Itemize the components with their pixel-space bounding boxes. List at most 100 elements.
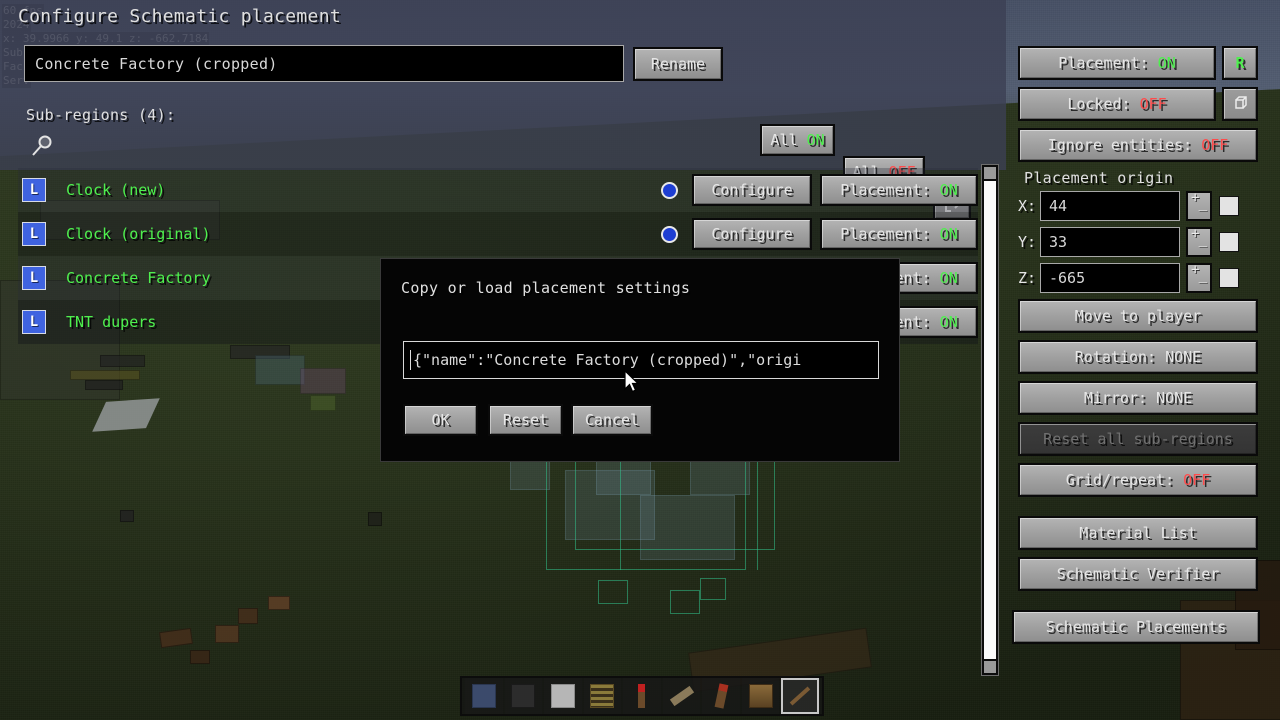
locked-row: Locked: OFF — [1018, 87, 1266, 128]
stick-icon — [789, 686, 811, 706]
rename-button[interactable]: Rename — [633, 47, 723, 81]
placement-name-input[interactable]: Concrete Factory (cropped) — [24, 45, 624, 82]
cube-icon — [1235, 96, 1247, 109]
hotbar-slot[interactable] — [623, 678, 661, 714]
axis-label-z: Z: — [1018, 269, 1037, 287]
text-caret — [410, 350, 411, 370]
lever-icon — [669, 685, 694, 707]
schematic-placements-button[interactable]: Schematic Placements — [1012, 610, 1260, 644]
litematic-icon: L — [22, 310, 46, 334]
magnifier-icon — [32, 135, 52, 156]
coordinate-row-x: X: 44 — [1018, 190, 1266, 221]
reset-all-subregions-button[interactable]: Reset all sub-regions — [1018, 422, 1258, 456]
x-coordinate-input[interactable]: 44 — [1040, 191, 1180, 221]
configure-button[interactable]: Configure — [692, 174, 812, 206]
scrollbar-thumb[interactable] — [984, 181, 996, 659]
scroll-down-arrow-icon[interactable] — [984, 661, 996, 673]
placement-toggle-state: ON — [939, 269, 958, 287]
repeater-stack-icon — [590, 684, 615, 708]
hotbar-slot[interactable] — [741, 678, 780, 714]
placement-toggle-label: Placement: — [840, 181, 931, 199]
locked-state: OFF — [1139, 95, 1167, 113]
coordinate-row-z: Z: -665 — [1018, 262, 1266, 293]
settings-json-value: {"name":"Concrete Factory (cropped)","or… — [413, 351, 802, 369]
all-on-state: ON — [806, 131, 825, 149]
mirror-button[interactable]: Mirror: NONE — [1018, 381, 1258, 415]
placement-toggle-button[interactable]: Placement: ON — [820, 218, 978, 250]
placement-toggle-button[interactable]: Placement: ON — [820, 174, 978, 206]
cube-icon-button[interactable] — [1222, 87, 1258, 121]
table-row[interactable]: L Clock (new) Configure Placement: ON — [18, 168, 978, 212]
grid-repeat-label: Grid/repeat: — [1065, 471, 1175, 489]
copy-load-settings-dialog: Copy or load placement settings {"name":… — [380, 258, 900, 462]
z-coordinate-input[interactable]: -665 — [1040, 263, 1180, 293]
blue-concrete-icon — [471, 684, 496, 708]
hotbar-slot[interactable] — [702, 678, 740, 714]
placement-toggle-state: ON — [939, 313, 958, 331]
grid-repeat-state: OFF — [1183, 471, 1211, 489]
ignore-entities-state: OFF — [1201, 136, 1229, 154]
litematic-icon: L — [22, 266, 46, 290]
hotbar-slot[interactable] — [465, 678, 503, 714]
black-concrete-icon — [511, 684, 536, 708]
ignore-entities-label: Ignore entities: — [1047, 136, 1193, 154]
locked-toggle-button[interactable]: Locked: OFF — [1018, 87, 1216, 121]
placement-row: Placement: ON R — [1018, 46, 1266, 87]
row-actions: Configure Placement: ON — [661, 174, 978, 206]
x-lock-checkbox[interactable] — [1219, 196, 1239, 216]
move-to-player-button[interactable]: Move to player — [1018, 299, 1258, 333]
x-stepper[interactable] — [1186, 190, 1212, 221]
locate-icon[interactable] — [661, 225, 678, 243]
z-coordinate-value: -665 — [1049, 269, 1086, 287]
axis-label-y: Y: — [1018, 233, 1037, 251]
y-stepper[interactable] — [1186, 226, 1212, 257]
hotbar[interactable] — [460, 676, 824, 716]
ignore-entities-button[interactable]: Ignore entities: OFF — [1018, 128, 1258, 162]
subregion-name: TNT dupers — [66, 313, 157, 331]
placement-name-value: Concrete Factory (cropped) — [35, 54, 278, 73]
cancel-button[interactable]: Cancel — [571, 404, 653, 436]
all-on-button[interactable]: All ON — [760, 124, 835, 156]
litematic-icon: L — [22, 222, 46, 246]
placement-toggle-button-main[interactable]: Placement: ON — [1018, 46, 1216, 80]
reset-button[interactable]: Reset — [488, 404, 563, 436]
z-stepper[interactable] — [1186, 262, 1212, 293]
redstone-torch-icon — [638, 684, 646, 708]
rotate-button[interactable]: R — [1222, 46, 1258, 80]
search-icon[interactable] — [30, 134, 54, 158]
rotation-button[interactable]: Rotation: NONE — [1018, 340, 1258, 374]
placement-toggle-state: ON — [939, 181, 958, 199]
coordinate-row-y: Y: 33 — [1018, 226, 1266, 257]
locate-icon[interactable] — [661, 181, 678, 199]
rotate-label: R — [1235, 54, 1245, 72]
scroll-up-arrow-icon[interactable] — [984, 167, 996, 179]
subregion-name: Clock (new) — [66, 181, 166, 199]
subregions-heading: Sub-regions (4): — [26, 106, 176, 124]
placement-origin-heading: Placement origin — [1024, 169, 1174, 187]
y-lock-checkbox[interactable] — [1219, 232, 1239, 252]
hotbar-slot-selected[interactable] — [781, 678, 819, 714]
placement-toggle-label: Placement: — [840, 225, 931, 243]
hotbar-slot[interactable] — [544, 678, 582, 714]
hotbar-slot[interactable] — [504, 678, 543, 714]
table-row[interactable]: L Clock (original) Configure Placement: … — [18, 212, 978, 256]
subregion-name: Clock (original) — [66, 225, 211, 243]
placement-toggle-state: ON — [939, 225, 958, 243]
y-coordinate-input[interactable]: 33 — [1040, 227, 1180, 257]
settings-json-input[interactable]: {"name":"Concrete Factory (cropped)","or… — [403, 341, 879, 379]
z-lock-checkbox[interactable] — [1219, 268, 1239, 288]
material-list-button[interactable]: Material List — [1018, 516, 1258, 550]
schematic-verifier-button[interactable]: Schematic Verifier — [1018, 557, 1258, 591]
litematic-icon: L — [22, 178, 46, 202]
grid-repeat-button[interactable]: Grid/repeat: OFF — [1018, 463, 1258, 497]
y-coordinate-value: 33 — [1049, 233, 1068, 251]
hotbar-slot[interactable] — [583, 678, 622, 714]
list-scrollbar[interactable] — [981, 164, 999, 676]
ok-button[interactable]: OK — [403, 404, 478, 436]
placement-label: Placement: — [1058, 54, 1149, 72]
dialog-title: Copy or load placement settings — [401, 279, 691, 297]
hotbar-slot[interactable] — [662, 678, 701, 714]
configure-button[interactable]: Configure — [692, 218, 812, 250]
